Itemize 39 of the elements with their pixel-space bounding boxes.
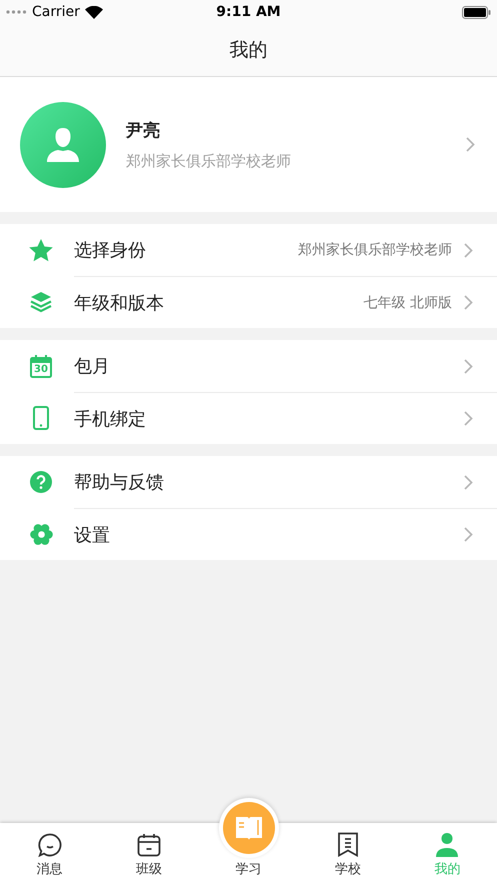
menu-item[interactable]: 帮助与反馈 <box>0 456 497 508</box>
menu-item[interactable]: 年级和版本 七年级 北师版 <box>0 276 497 328</box>
page-title: 我的 <box>230 38 268 63</box>
calendar-icon <box>137 833 162 857</box>
user-icon <box>435 833 460 857</box>
user-role: 郑州家长俱乐部学校老师 <box>126 152 291 170</box>
phone-icon <box>33 406 49 430</box>
chevron-icon <box>464 358 473 374</box>
profile-card[interactable]: 尹亮 郑州家长俱乐部学校老师 <box>0 77 497 212</box>
status-time: 9:11 AM <box>216 4 281 20</box>
chevron-icon <box>464 474 473 490</box>
carrier-name: Carrier <box>32 4 80 20</box>
menu-item[interactable]: 选择身份 郑州家长俱乐部学校老师 <box>0 224 497 276</box>
battery-icon <box>462 6 491 18</box>
menu-value: 七年级 北师版 <box>364 294 452 312</box>
tab-item[interactable]: 班级 <box>99 823 199 883</box>
layers-icon <box>30 291 52 313</box>
book-icon <box>234 815 264 841</box>
chevron-icon <box>464 411 473 426</box>
help-icon <box>30 471 52 493</box>
menu-item[interactable]: 30 包月 <box>0 340 497 392</box>
tab-item[interactable]: 学习 <box>198 796 298 883</box>
user-name: 尹亮 <box>126 120 160 142</box>
menu-value: 郑州家长俱乐部学校老师 <box>298 241 452 259</box>
chevron-icon <box>464 242 473 258</box>
menu-item[interactable]: 手机绑定 <box>0 392 497 444</box>
signal-icon <box>6 10 28 14</box>
chat-icon <box>38 833 62 857</box>
star-icon <box>29 238 53 262</box>
chevron-icon <box>464 527 473 542</box>
wifi-icon <box>84 6 103 18</box>
bookmark-icon <box>336 832 359 857</box>
settings-icon <box>30 522 52 546</box>
calendar-day: 30 <box>30 362 52 376</box>
chevron-icon <box>464 295 473 310</box>
menu-item[interactable]: 设置 <box>0 508 497 560</box>
chevron-icon <box>466 137 475 152</box>
tab-item[interactable]: 学校 <box>298 823 398 883</box>
tab-item[interactable]: 消息 <box>0 823 100 883</box>
